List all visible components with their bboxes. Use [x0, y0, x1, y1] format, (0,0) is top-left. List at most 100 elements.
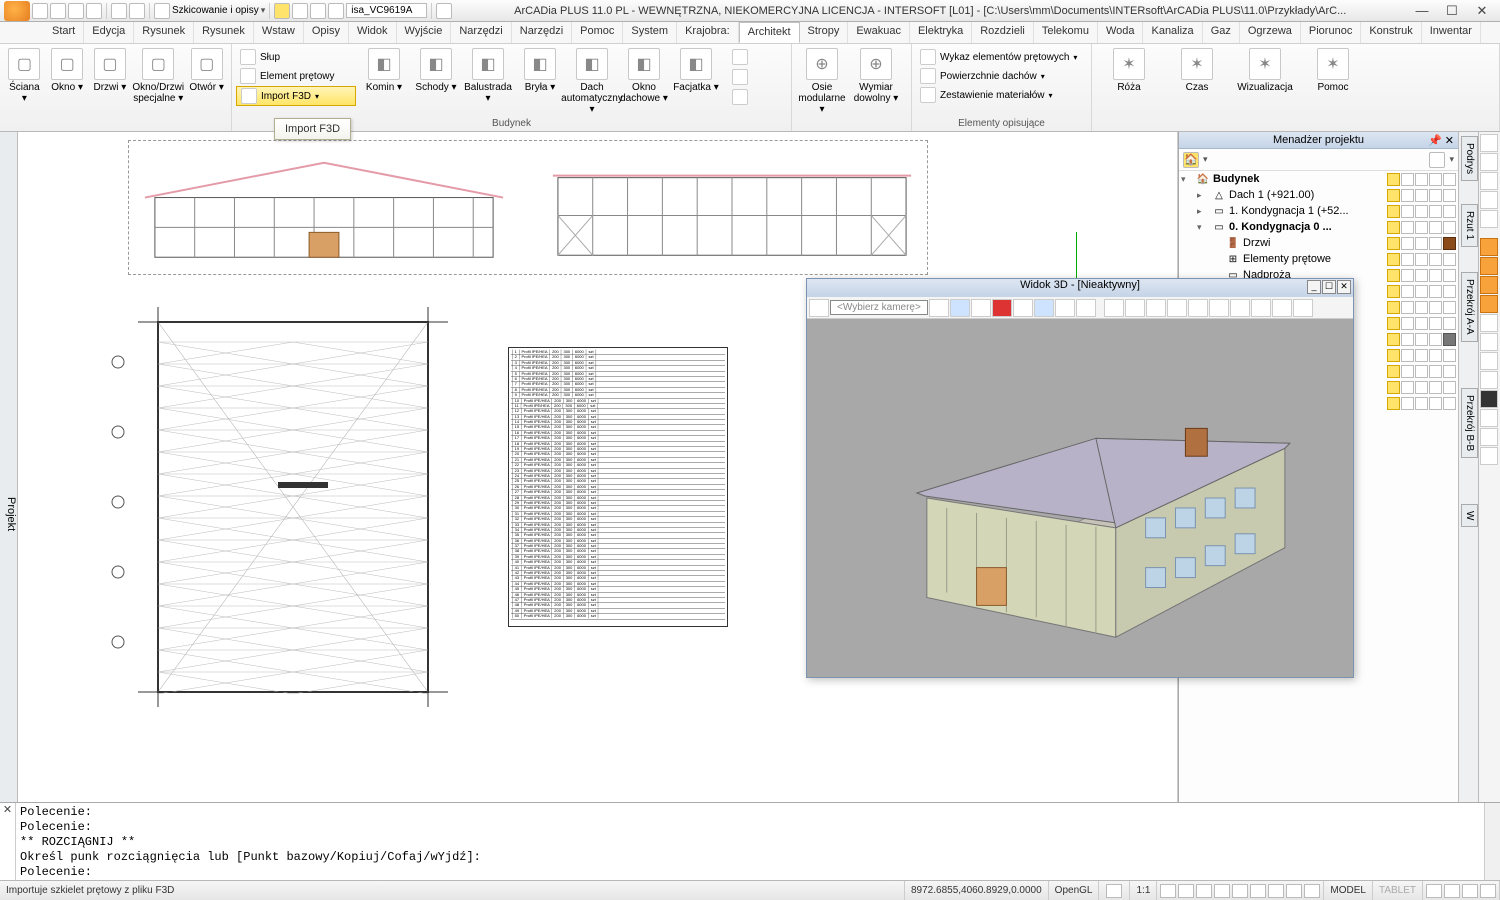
view3d-canvas[interactable]: [807, 319, 1353, 677]
qat-extra-icon[interactable]: [436, 3, 452, 19]
vtool-12[interactable]: [1480, 428, 1498, 446]
v3-b4[interactable]: [992, 299, 1012, 317]
st-i3[interactable]: [1196, 884, 1212, 898]
qat-save-icon[interactable]: [68, 3, 84, 19]
view3d-close-icon[interactable]: ✕: [1337, 280, 1351, 294]
rbtn-czas[interactable]: ✶Czas: [1164, 46, 1230, 95]
ribbon-tab-widok[interactable]: Widok: [349, 22, 397, 43]
st-j3[interactable]: [1462, 884, 1478, 898]
v3-b10[interactable]: [1125, 299, 1145, 317]
qat-open-icon[interactable]: [50, 3, 66, 19]
ribbon-tab-start[interactable]: Start: [44, 22, 84, 43]
side-tab-przekrój-a-a[interactable]: Przekrój A-A: [1461, 272, 1478, 342]
pm-grid-icon[interactable]: [1429, 152, 1445, 168]
rbtn-facjatka[interactable]: ◧Facjatka ▾: [670, 46, 722, 117]
ribbon-tab-stropy[interactable]: Stropy: [800, 22, 849, 43]
side-tab-w[interactable]: W: [1461, 504, 1478, 527]
rbtn-bryła[interactable]: ◧Bryła ▾: [514, 46, 566, 117]
v3-b2[interactable]: [950, 299, 970, 317]
cmd-scrollbar[interactable]: [1484, 803, 1500, 880]
ribbon-tab-inwentar[interactable]: Inwentar: [1422, 22, 1481, 43]
rbtn-dach-automatyczny[interactable]: ◧Dach automatyczny ▾: [566, 46, 618, 117]
view3d-min-icon[interactable]: _: [1307, 280, 1321, 294]
ribbon-tab-woda[interactable]: Woda: [1098, 22, 1144, 43]
st-j2[interactable]: [1444, 884, 1460, 898]
rbtn-osie-modularne[interactable]: ⊕Osie modularne ▾: [796, 46, 848, 117]
tree-row[interactable]: ▾▭0. Kondygnacja 0 ...: [1179, 219, 1458, 235]
view3d-max-icon[interactable]: ☐: [1322, 280, 1336, 294]
ribbon-tab-rysunek[interactable]: Rysunek: [134, 22, 194, 43]
qat-sun-icon[interactable]: [292, 3, 308, 19]
tree-row[interactable]: ▸▭1. Kondygnacja 1 (+52...: [1179, 203, 1458, 219]
ribbon-tab-wstaw[interactable]: Wstaw: [254, 22, 304, 43]
ribbon-tab-krajobra:[interactable]: Krajobra:: [677, 22, 739, 43]
v3-b3[interactable]: [971, 299, 991, 317]
vtool-1[interactable]: [1480, 134, 1498, 152]
st-i1[interactable]: [1160, 884, 1176, 898]
rbtn-drzwi[interactable]: ▢Drzwi ▾: [90, 46, 131, 95]
st-j1[interactable]: [1426, 884, 1442, 898]
v3-b13[interactable]: [1188, 299, 1208, 317]
status-tablet[interactable]: TABLET: [1373, 881, 1423, 900]
rbtn-zestawienie-materiałów[interactable]: Zestawienie materiałów ▾: [916, 86, 1081, 104]
v3-b17[interactable]: [1272, 299, 1292, 317]
v3-camera-select[interactable]: <Wybierz kamerę>: [830, 300, 928, 315]
ribbon-tab-rozdzieli[interactable]: Rozdzieli: [972, 22, 1034, 43]
qat-lock-icon[interactable]: [310, 3, 326, 19]
rbtn-schody[interactable]: ◧Schody ▾: [410, 46, 462, 117]
side-tab-rzut-1[interactable]: Rzut 1: [1461, 204, 1478, 247]
v3-b14[interactable]: [1209, 299, 1229, 317]
ribbon-tab-telekomu[interactable]: Telekomu: [1034, 22, 1098, 43]
rbtn-wizualizacja[interactable]: ✶Wizualizacja: [1232, 46, 1298, 95]
ribbon-tab-gaz[interactable]: Gaz: [1203, 22, 1240, 43]
v3-b5[interactable]: [1013, 299, 1033, 317]
qat-color-icon[interactable]: [328, 3, 344, 19]
vtool-9[interactable]: [1480, 371, 1498, 389]
v3-b1[interactable]: [929, 299, 949, 317]
sm-ico-c[interactable]: [732, 89, 748, 105]
vtool-dim[interactable]: [1480, 295, 1498, 313]
ribbon-tab-rysunek[interactable]: Rysunek: [194, 22, 254, 43]
rbtn-okno[interactable]: ▢Okno ▾: [47, 46, 88, 95]
vtool-arc[interactable]: [1480, 257, 1498, 275]
vtool-6[interactable]: [1480, 314, 1498, 332]
ribbon-tab-ogrzewa[interactable]: Ogrzewa: [1240, 22, 1301, 43]
v3-b6[interactable]: [1034, 299, 1054, 317]
v3-b9[interactable]: [1104, 299, 1124, 317]
qat-print-icon[interactable]: [86, 3, 102, 19]
pm-close-icon[interactable]: ✕: [1445, 134, 1454, 147]
v3-b7[interactable]: [1055, 299, 1075, 317]
pm-home-icon[interactable]: 🏠: [1183, 152, 1199, 168]
ribbon-tab-wyjście[interactable]: Wyjście: [397, 22, 452, 43]
ribbon-tab-konstruk[interactable]: Konstruk: [1361, 22, 1421, 43]
tree-row[interactable]: 🚪Drzwi: [1179, 235, 1458, 251]
rbtn-powierzchnie-dachów[interactable]: Powierzchnie dachów ▾: [916, 67, 1081, 85]
rbtn-ściana[interactable]: ▢Ściana ▾: [4, 46, 45, 106]
qat-undo-icon[interactable]: [111, 3, 127, 19]
tree-row[interactable]: ▸△Dach 1 (+921.00): [1179, 187, 1458, 203]
maximize-button[interactable]: ☐: [1438, 2, 1466, 20]
qat-redo-icon[interactable]: [129, 3, 145, 19]
v3-b12[interactable]: [1167, 299, 1187, 317]
command-log[interactable]: Polecenie: Polecenie: ** ROZCIĄGNIJ ** O…: [16, 803, 1484, 880]
v3-b11[interactable]: [1146, 299, 1166, 317]
projekt-side-tab[interactable]: Projekt: [0, 132, 18, 880]
rbtn-import-f3d[interactable]: Import F3D ▾: [236, 86, 356, 106]
rbtn-róża[interactable]: ✶Róża: [1096, 46, 1162, 95]
ribbon-tab-architekt[interactable]: Architekt: [739, 22, 800, 43]
status-scale[interactable]: 1:1: [1130, 881, 1157, 900]
st-i6[interactable]: [1250, 884, 1266, 898]
rbtn-okno-dachowe[interactable]: ◧Okno dachowe ▾: [618, 46, 670, 117]
vtool-line[interactable]: [1480, 238, 1498, 256]
vtool-13[interactable]: [1480, 447, 1498, 465]
ribbon-tab-kanaliza[interactable]: Kanaliza: [1143, 22, 1202, 43]
v3-b16[interactable]: [1251, 299, 1271, 317]
minimize-button[interactable]: —: [1408, 2, 1436, 20]
vtool-4[interactable]: [1480, 191, 1498, 209]
v3-cam-icon[interactable]: [809, 299, 829, 317]
close-button[interactable]: ✕: [1468, 2, 1496, 20]
ribbon-tab-elektryka[interactable]: Elektryka: [910, 22, 972, 43]
st-i4[interactable]: [1214, 884, 1230, 898]
sm-ico-b[interactable]: [732, 69, 748, 85]
ribbon-tab-edycja[interactable]: Edycja: [84, 22, 134, 43]
